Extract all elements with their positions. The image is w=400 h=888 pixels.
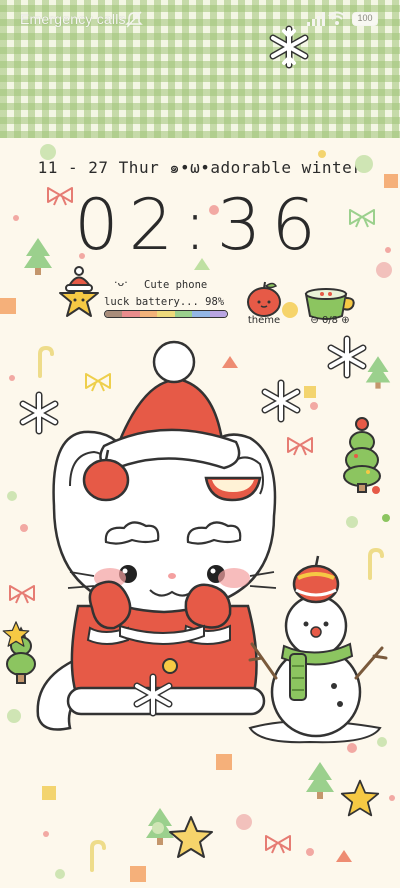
wifi-icon: [328, 11, 346, 25]
snowman-illustration: [248, 555, 388, 744]
emergency-calls-text: Emergency calls: [20, 11, 126, 27]
mute-icon: [125, 11, 143, 28]
lock-screen: Emergency calls 100 11 - 27 Thur ๑•ω•ado…: [0, 0, 400, 888]
snowflake-icon: [133, 673, 173, 717]
status-bar: Emergency calls 100: [0, 0, 400, 40]
signal-icon: [307, 12, 325, 26]
battery-icon: 100: [352, 12, 378, 26]
